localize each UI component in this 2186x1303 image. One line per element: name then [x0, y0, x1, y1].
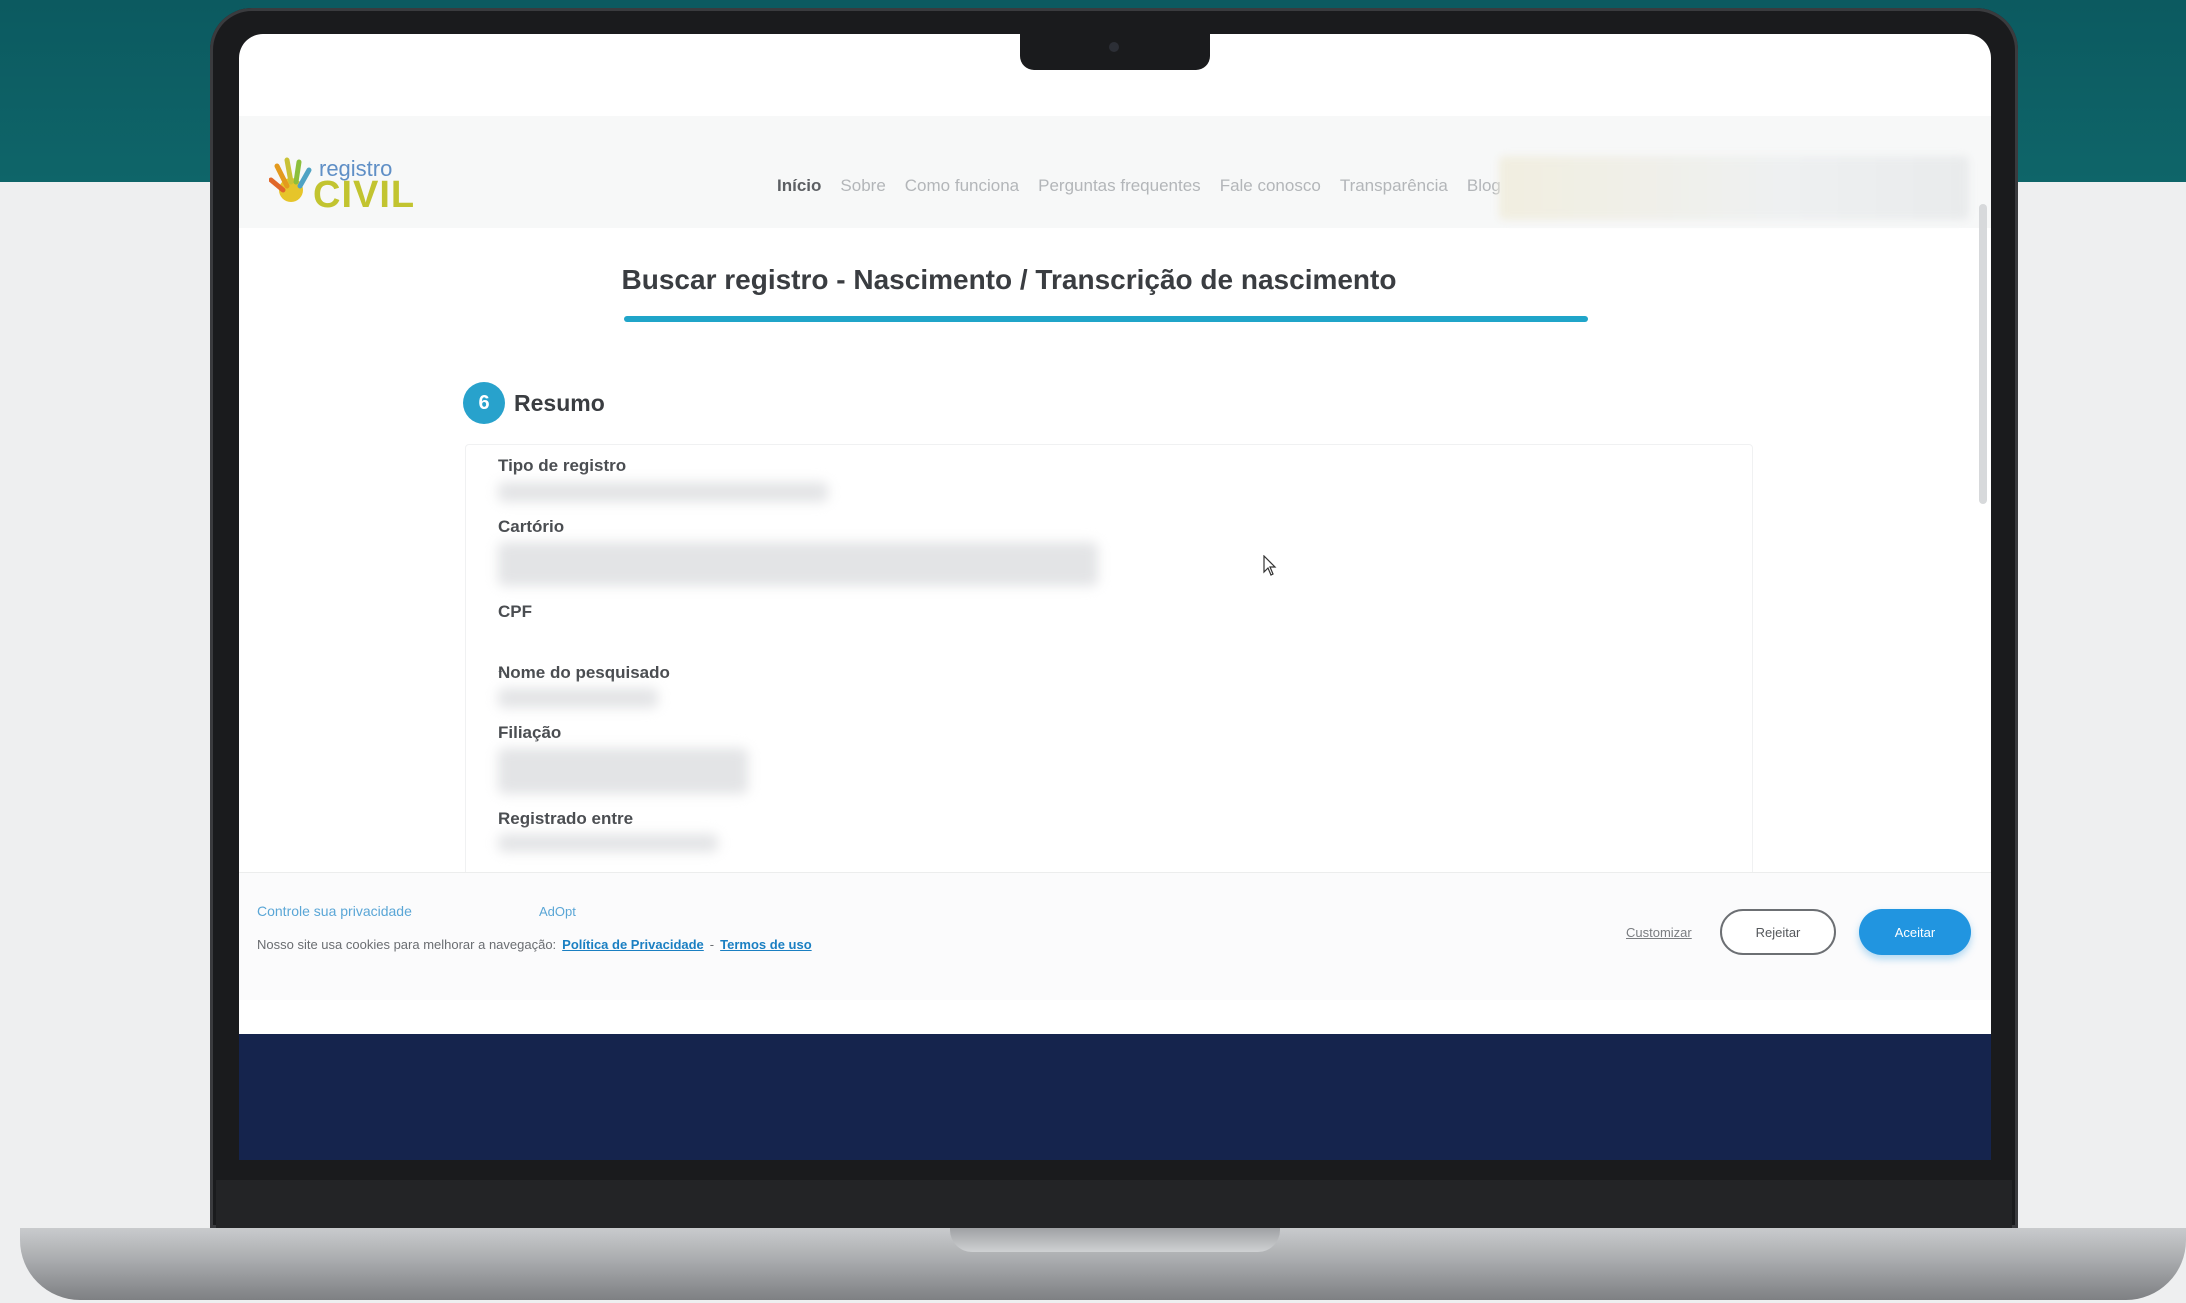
field-label-registrado: Registrado entre [498, 809, 634, 828]
registro-civil-logo[interactable]: registro CIVIL [269, 156, 419, 216]
logo-text-bottom: CIVIL [313, 174, 416, 216]
blurred-value-filiacao [498, 748, 748, 794]
page-scrollbar[interactable] [1979, 204, 1987, 504]
cookie-consent-bar: Controle sua privacidade AdOpt Nosso sit… [239, 872, 1991, 1000]
nav-item-inicio[interactable]: Início [777, 176, 821, 196]
camera-notch [1020, 30, 1210, 70]
customize-button[interactable]: Customizar [1626, 925, 1692, 940]
step-label: Resumo [514, 390, 605, 416]
cookie-separator: - [709, 937, 715, 952]
terms-of-use-link[interactable]: Termos de uso [720, 937, 812, 952]
field-label-nome: Nome do pesquisado [498, 663, 670, 682]
main-nav: Início Sobre Como funciona Perguntas fre… [777, 176, 1501, 196]
field-label-tipo: Tipo de registro [498, 456, 627, 475]
reject-button[interactable]: Rejeitar [1720, 909, 1836, 955]
blurred-value-nome [498, 688, 658, 708]
sun-hand-icon [269, 157, 312, 202]
nav-item-como-funciona[interactable]: Como funciona [905, 176, 1019, 196]
privacy-policy-link[interactable]: Política de Privacidade [562, 937, 704, 952]
cookie-title: Controle sua privacidade [257, 903, 412, 919]
nav-item-fale-conosco[interactable]: Fale conosco [1220, 176, 1321, 196]
laptop-bezel-bottom [216, 1180, 2012, 1228]
nav-item-perguntas-frequentes[interactable]: Perguntas frequentes [1038, 176, 1201, 196]
page-title: Buscar registro - Nascimento / Transcriç… [621, 264, 1397, 295]
cookie-text: Nosso site usa cookies para melhorar a n… [257, 937, 557, 952]
site-header: registro CIVIL Início Sobre Como funcion… [239, 116, 1991, 228]
blurred-value-registrado [498, 834, 718, 852]
field-label-cpf: CPF [498, 602, 532, 621]
blurred-value-tipo [498, 482, 828, 502]
cookie-description: Nosso site usa cookies para melhorar a n… [257, 937, 812, 952]
title-underline [624, 316, 1588, 322]
site-footer [239, 1034, 1991, 1160]
blurred-value-cartorio [498, 542, 1098, 586]
step-number-badge: 6 [463, 382, 505, 424]
camera-icon [1109, 42, 1119, 52]
laptop-screen: registro CIVIL Início Sobre Como funcion… [239, 34, 1991, 1160]
blurred-header-area [1499, 156, 1969, 220]
nav-item-sobre[interactable]: Sobre [840, 176, 885, 196]
nav-item-transparencia[interactable]: Transparência [1340, 176, 1448, 196]
mouse-cursor-icon [1263, 555, 1277, 576]
laptop-opening-groove [950, 1228, 1280, 1252]
field-label-filiacao: Filiação [498, 723, 562, 742]
accept-button[interactable]: Aceitar [1859, 909, 1971, 955]
nav-item-blog[interactable]: Blog [1467, 176, 1501, 196]
field-label-cartorio: Cartório [498, 517, 565, 536]
cookie-brand[interactable]: AdOpt [539, 904, 576, 919]
